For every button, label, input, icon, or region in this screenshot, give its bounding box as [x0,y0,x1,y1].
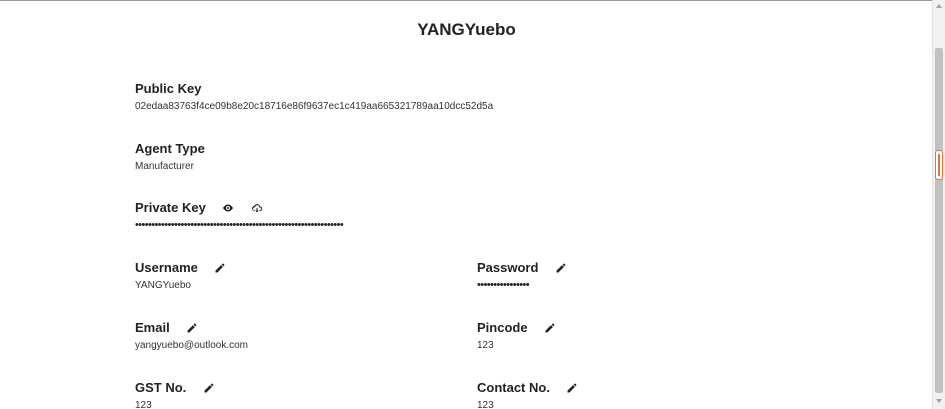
eye-icon[interactable] [222,202,234,214]
email-value: yangyuebo@outlook.com [135,340,248,351]
profile-page: YANGYuebo Public Key 02edaa83763f4ce09b8… [0,0,933,409]
scroll-position-marker[interactable] [935,150,943,180]
pincode-label: Pincode [477,320,528,336]
vertical-scrollbar[interactable] [932,0,945,409]
agent-type-field: Agent Type Manufacturer [135,140,205,172]
private-key-field: Private Key ••••••••••••••••••••••••••••… [135,199,344,231]
edit-contact-pencil-icon[interactable] [566,382,578,394]
password-label: Password [477,260,539,276]
gst-no-label: GST No. [135,380,187,396]
cloud-download-icon[interactable] [251,202,263,214]
email-field: Email yangyuebo@outlook.com [135,319,248,351]
public-key-label: Public Key [135,81,202,97]
edit-gst-pencil-icon[interactable] [203,382,215,394]
password-field: Password •••••••••••••••• [477,259,567,291]
edit-username-pencil-icon[interactable] [214,262,226,274]
pincode-value: 123 [477,340,494,351]
scrollbar-thumb[interactable] [935,48,943,393]
contact-no-value: 123 [477,400,494,409]
private-key-label: Private Key [135,200,206,216]
username-value: YANGYuebo [135,280,191,291]
edit-email-pencil-icon[interactable] [186,322,198,334]
password-value: •••••••••••••••• [477,279,530,291]
contact-no-label: Contact No. [477,380,550,396]
scroll-up-arrow-icon[interactable] [936,4,942,8]
page-title: YANGYuebo [417,20,516,39]
username-label: Username [135,260,198,276]
email-label: Email [135,320,170,336]
pincode-field: Pincode 123 [477,319,556,351]
scroll-down-arrow-icon[interactable] [936,399,942,403]
gst-no-value: 123 [135,400,152,409]
top-divider [0,0,933,1]
edit-pincode-pencil-icon[interactable] [544,322,556,334]
public-key-value: 02edaa83763f4ce09b8e20c18716e86f9637ec1c… [135,101,494,112]
agent-type-label: Agent Type [135,141,205,157]
public-key-field: Public Key 02edaa83763f4ce09b8e20c18716e… [135,80,493,112]
edit-password-pencil-icon[interactable] [555,262,567,274]
gst-no-field: GST No. 123 [135,379,215,409]
username-field: Username YANGYuebo [135,259,226,291]
agent-type-value: Manufacturer [135,161,194,172]
contact-no-field: Contact No. 123 [477,379,578,409]
private-key-value: ••••••••••••••••••••••••••••••••••••••••… [135,219,344,231]
